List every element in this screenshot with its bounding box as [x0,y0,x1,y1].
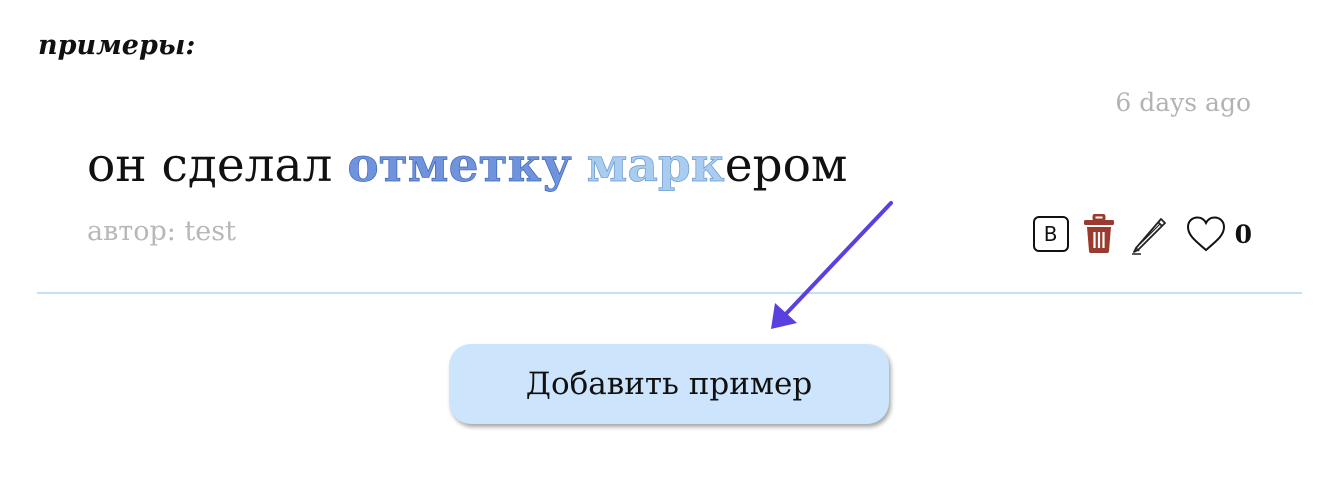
sentence-text-after: ером [724,138,848,193]
example-author: автор: test [87,216,236,247]
like-count: 0 [1234,219,1252,249]
pencil-icon [1131,218,1166,255]
divider [37,292,1302,294]
b-badge-button[interactable]: B [1032,216,1069,252]
edit-button[interactable] [1129,213,1171,255]
delete-button[interactable] [1083,214,1115,254]
example-timestamp: 6 days ago [1115,88,1251,117]
add-example-button[interactable]: Добавить пример [449,344,889,424]
sentence-space [572,138,587,193]
example-sentence: он сделал отметку маркером [87,138,848,193]
highlighted-phrase-primary: отметку [347,138,572,193]
sentence-text-before: он сделал [87,138,348,193]
example-actions: B 0 [1032,212,1252,256]
like-button[interactable] [1185,215,1227,253]
trash-icon [1083,214,1114,253]
heart-icon [1186,216,1225,252]
highlighted-phrase-secondary: марк [586,138,725,193]
section-heading: примеры: [38,30,196,61]
